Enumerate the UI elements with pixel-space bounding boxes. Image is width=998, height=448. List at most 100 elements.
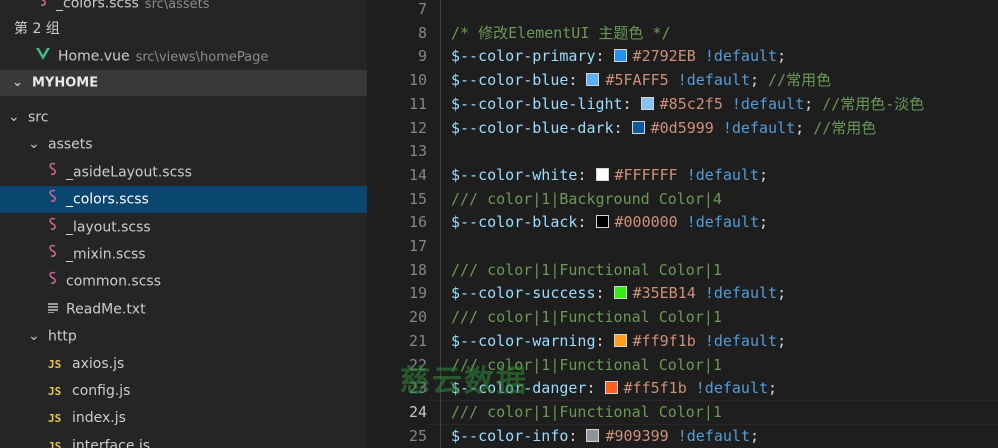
color-swatch[interactable] <box>595 215 609 229</box>
line-number: 24 <box>408 402 427 421</box>
tree-item-asidelayout-scss[interactable]: _asideLayout.scss <box>0 159 367 186</box>
line-number: 21 <box>408 331 427 350</box>
color-swatch[interactable] <box>631 120 645 134</box>
default-flag: !default <box>704 47 778 66</box>
line-number: 8 <box>417 23 427 42</box>
code-punctuation: ; <box>777 284 787 303</box>
tree-item-label: axios.js <box>72 355 125 372</box>
tree-item-label: ReadMe.txt <box>66 301 146 318</box>
code-comment: /// color|1|Functional Color|1 <box>451 308 722 327</box>
color-swatch[interactable] <box>595 167 609 181</box>
code-punctuation: : <box>595 331 614 350</box>
scss-variable: $--color-blue-light <box>451 94 623 113</box>
code-punctuation: ; <box>795 118 805 137</box>
open-editor-colors-scss[interactable]: _colors.scss src\assets <box>0 0 367 17</box>
line-number: 9 <box>417 47 427 66</box>
text-file-icon <box>48 296 58 323</box>
tree-item-label: index.js <box>72 410 126 427</box>
code-punctuation: : <box>586 379 605 398</box>
code-punctuation: : <box>577 165 596 184</box>
code-line: $--color-black: #000000 !default; <box>451 210 768 234</box>
tree-item-label: common.scss <box>66 273 162 290</box>
default-flag: !default <box>677 426 750 445</box>
code-punctuation: : <box>622 94 641 113</box>
color-swatch[interactable] <box>586 428 600 442</box>
line-number: 14 <box>408 165 427 184</box>
code-punctuation: ; <box>777 47 787 66</box>
tree-item-layout-scss[interactable]: _layout.scss <box>0 214 367 241</box>
code-punctuation: ; <box>768 379 778 398</box>
default-flag: !default <box>695 379 769 398</box>
chevron-down-icon: ⌄ <box>8 109 20 125</box>
code-punctuation: ; <box>804 94 814 113</box>
code-punctuation: : <box>595 284 614 303</box>
code-comment: /// color|1|Functional Color|1 <box>451 260 722 279</box>
line-number: 12 <box>408 118 427 137</box>
line-number: 16 <box>408 213 427 232</box>
open-editor-path: src\views\homePage <box>135 49 269 65</box>
line-number: 15 <box>408 189 427 208</box>
color-value: #85c2f5 <box>659 94 723 113</box>
color-swatch[interactable] <box>640 96 654 110</box>
tree-item-label: config.js <box>72 383 131 399</box>
tree-item-common-scss[interactable]: common.scss <box>0 268 367 295</box>
sass-icon <box>48 159 58 186</box>
default-flag: !default <box>722 118 796 137</box>
code-punctuation: : <box>568 71 587 90</box>
code-line: /* 修改ElementUI 主题色 */ <box>451 21 671 45</box>
chevron-down-icon: ⌄ <box>28 328 40 345</box>
color-value: #FFFFFF <box>614 165 678 184</box>
code-line: $--color-warning: #ff9f1b !default; <box>451 329 786 353</box>
color-swatch[interactable] <box>613 333 627 347</box>
sass-icon <box>38 0 48 17</box>
line-number: 19 <box>408 284 427 303</box>
color-swatch[interactable] <box>613 49 627 63</box>
open-editor-home-vue[interactable]: Home.vue src\views\homePage <box>0 43 367 70</box>
code-punctuation: ; <box>759 213 769 232</box>
code-line: $--color-blue: #5FAFF5 !default; //常用色 <box>451 68 831 92</box>
js-icon: JS <box>48 439 62 448</box>
code-comment: /// color|1|Background Color|4 <box>451 189 722 208</box>
code-line: /// color|1|Functional Color|1 <box>451 258 722 282</box>
code-line: /// color|1|Functional Color|1 <box>451 305 722 329</box>
default-flag: !default <box>731 94 805 113</box>
tree-item-label: http <box>48 328 77 345</box>
tree-item-assets[interactable]: ⌄ assets <box>0 131 367 158</box>
code-punctuation: : <box>568 426 587 445</box>
line-number: 20 <box>408 308 427 327</box>
color-swatch[interactable] <box>613 286 627 300</box>
chevron-down-icon: ⌄ <box>28 136 40 153</box>
explorer-section-header[interactable]: ⌄ MYHOME <box>0 70 367 96</box>
color-swatch[interactable] <box>604 381 618 395</box>
scss-variable: $--color-primary <box>451 47 596 66</box>
sass-icon <box>48 186 58 213</box>
tree-item-colors-scss[interactable]: _colors.scss <box>0 186 367 214</box>
tree-item-http[interactable]: ⌄ http <box>0 323 367 350</box>
scss-variable: $--color-warning <box>451 331 596 350</box>
code-punctuation: : <box>577 213 596 232</box>
code-comment: //常用色 <box>813 118 877 137</box>
tree-item-index-js[interactable]: JS index.js <box>0 405 367 432</box>
tree-item-interface-js[interactable]: JS interface.js <box>0 433 367 448</box>
tree-item-label: src <box>28 109 49 126</box>
code-line: $--color-blue-light: #85c2f5 !default; /… <box>451 92 924 116</box>
tree-item-config-js[interactable]: JS config.js <box>0 378 367 405</box>
tree-item-src[interactable]: ⌄ src <box>0 104 367 131</box>
scss-variable: $--color-success <box>451 284 596 303</box>
line-number: 13 <box>408 142 427 161</box>
open-editor-path: src\assets <box>144 0 210 12</box>
tree-item-readme-txt[interactable]: ReadMe.txt <box>0 296 367 323</box>
tree-item-axios-js[interactable]: JS axios.js <box>0 351 367 378</box>
color-swatch[interactable] <box>586 73 600 87</box>
default-flag: !default <box>686 165 759 184</box>
color-value: #909399 <box>605 426 669 445</box>
tree-item-mixin-scss[interactable]: _mixin.scss <box>0 241 367 268</box>
code-comment: //常用色-淡色 <box>822 94 925 113</box>
